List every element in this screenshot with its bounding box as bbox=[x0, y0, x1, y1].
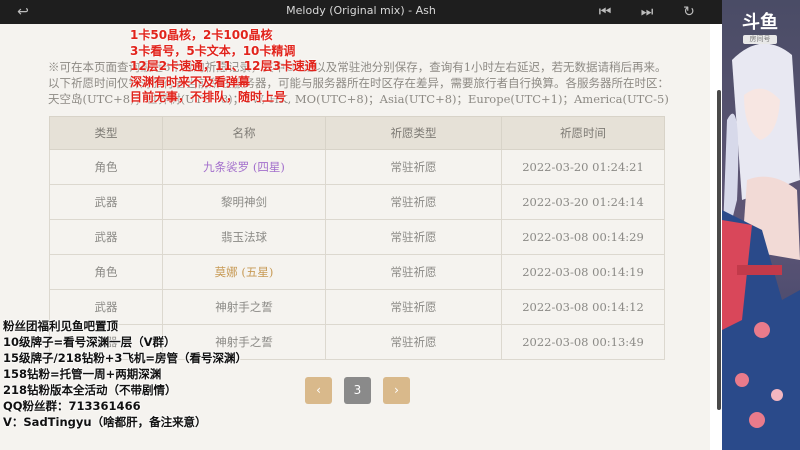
overlay-black-line: 粉丝团福利见鱼吧置顶 bbox=[3, 319, 118, 333]
table-row: 角色 莫娜 (五星) 常驻祈愿 2022-03-08 00:14:19 bbox=[49, 254, 665, 290]
overlay-black-line: 158钻粉=托管一周+两期深渊 bbox=[3, 367, 162, 381]
table-row: 角色 九条裟罗 (四星) 常驻祈愿 2022-03-20 01:24:21 bbox=[49, 149, 665, 185]
overlay-black-line: 15级牌子/218钻粉+3飞机=房管（看号深渊） bbox=[3, 351, 247, 365]
cell-wish-time: 2022-03-20 01:24:14 bbox=[501, 184, 665, 220]
room-number-label: 房间号 bbox=[743, 35, 777, 44]
next-icon[interactable]: ⏭ bbox=[638, 3, 656, 21]
cell-type: 角色 bbox=[49, 149, 163, 185]
refresh-icon[interactable]: ↻ bbox=[680, 3, 698, 21]
table-header-row: 类型 名称 祈愿类型 祈愿时间 bbox=[49, 116, 665, 150]
table-row: 武器 翡玉法球 常驻祈愿 2022-03-08 00:14:29 bbox=[49, 219, 665, 255]
overlay-red-line: 3卡看号，5卡文本，10卡精调 bbox=[130, 43, 296, 58]
cell-type: 角色 bbox=[49, 254, 163, 290]
streamer-character-art bbox=[722, 0, 800, 450]
previous-icon[interactable]: ⏮ bbox=[596, 3, 614, 21]
media-bar: ↩ Melody (Original mix) - Ash ⏮ ⏭ ↻ bbox=[0, 0, 722, 24]
overlay-black-line: 218钻粉版本全活动（不带剧情） bbox=[3, 383, 177, 397]
header-type: 类型 bbox=[49, 116, 163, 150]
overlay-red-line: 12层2卡速通，11、12层3卡速通 bbox=[130, 59, 317, 73]
cell-name: 九条裟罗 (四星) bbox=[162, 149, 326, 185]
logo-text: 斗鱼 bbox=[742, 12, 778, 33]
overlay-black-line: QQ粉丝群：713361466 bbox=[3, 399, 141, 413]
cell-wish-time: 2022-03-20 01:24:21 bbox=[501, 149, 665, 185]
cell-wish-time: 2022-03-08 00:14:12 bbox=[501, 289, 665, 325]
cell-wish-type: 常驻祈愿 bbox=[325, 289, 502, 325]
cell-name: 翡玉法球 bbox=[162, 219, 326, 255]
character-illustration bbox=[722, 0, 800, 450]
cell-wish-type: 常驻祈愿 bbox=[325, 184, 502, 220]
cell-wish-time: 2022-03-08 00:14:19 bbox=[501, 254, 665, 290]
overlay-black-line: V：SadTingyu（啥都肝，备注来意） bbox=[3, 415, 207, 429]
header-name: 名称 bbox=[162, 116, 326, 150]
scrollbar-thumb[interactable] bbox=[717, 90, 721, 410]
cell-name: 黎明神剑 bbox=[162, 184, 326, 220]
cell-type: 武器 bbox=[49, 184, 163, 220]
cell-name: 莫娜 (五星) bbox=[162, 254, 326, 290]
header-wish-time: 祈愿时间 bbox=[501, 116, 665, 150]
next-page-button[interactable]: › bbox=[383, 377, 410, 404]
current-page-button[interactable]: 3 bbox=[344, 377, 371, 404]
cell-wish-type: 常驻祈愿 bbox=[325, 219, 502, 255]
header-wish-type: 祈愿类型 bbox=[325, 116, 502, 150]
cell-wish-time: 2022-03-08 00:14:29 bbox=[501, 219, 665, 255]
cell-wish-type: 常驻祈愿 bbox=[325, 254, 502, 290]
douyu-logo: 斗鱼 房间号 bbox=[735, 8, 785, 44]
overlay-red-line: 深渊有时来不及看弹幕 bbox=[130, 74, 251, 89]
table-row: 武器 黎明神剑 常驻祈愿 2022-03-20 01:24:14 bbox=[49, 184, 665, 220]
cell-wish-type: 常驻祈愿 bbox=[325, 149, 502, 185]
cell-wish-type: 常驻祈愿 bbox=[325, 324, 502, 360]
overlay-red-line: 1卡50晶核，2卡100晶核 bbox=[130, 28, 273, 42]
stream-overlay-black: 粉丝团福利见鱼吧置顶 10级牌子=看号深渊一层（V群） 15级牌子/218钻粉+… bbox=[3, 318, 247, 430]
prev-page-button[interactable]: ‹ bbox=[305, 377, 332, 404]
cell-wish-time: 2022-03-08 00:13:49 bbox=[501, 324, 665, 360]
cell-type: 武器 bbox=[49, 219, 163, 255]
overlay-red-line: 目前无事，不排队，随时上号 bbox=[130, 90, 287, 104]
overlay-black-line: 10级牌子=看号深渊一层（V群） bbox=[3, 335, 176, 349]
stream-overlay-red: 1卡50晶核，2卡100晶核 3卡看号，5卡文本，10卡精调 12层2卡速通，1… bbox=[130, 28, 317, 106]
